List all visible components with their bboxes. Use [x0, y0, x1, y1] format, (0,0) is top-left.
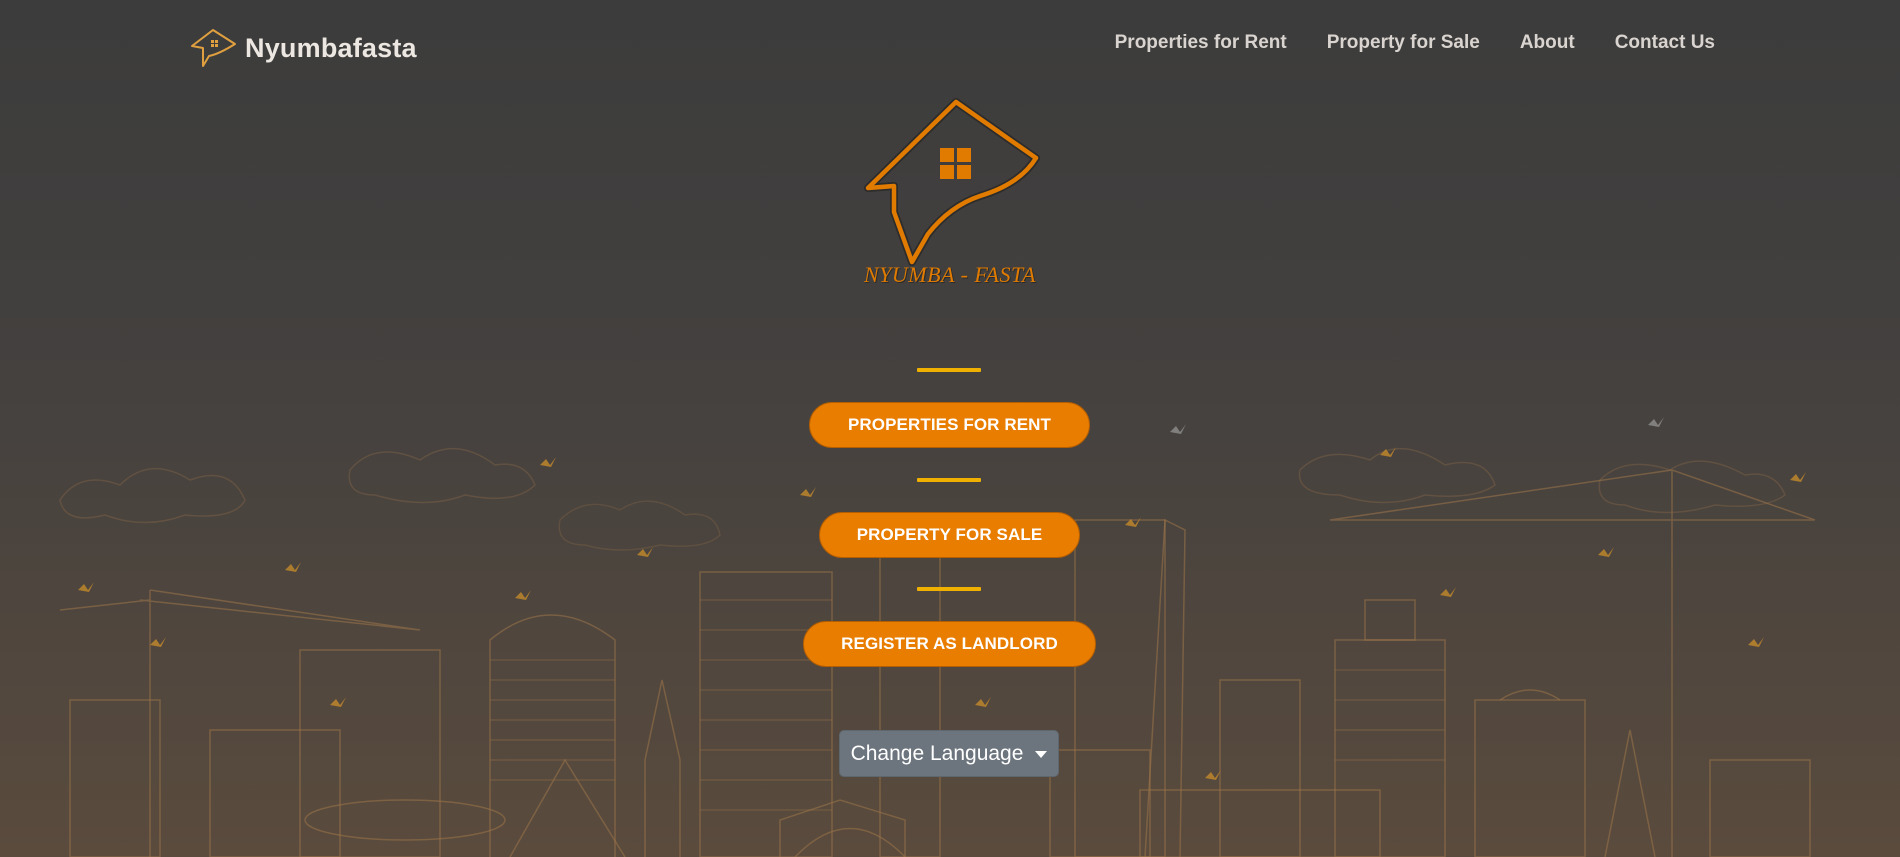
- nav-link-about[interactable]: About: [1520, 32, 1575, 54]
- nav-link-properties-for-rent[interactable]: Properties for Rent: [1115, 32, 1287, 54]
- nav-link-contact-us[interactable]: Contact Us: [1615, 32, 1715, 54]
- house-logo-icon: [191, 29, 236, 67]
- divider-line: [917, 587, 981, 591]
- change-language-button[interactable]: Change Language: [839, 730, 1059, 777]
- top-navbar: Nyumbafasta Properties for Rent Property…: [0, 0, 1900, 92]
- chevron-down-icon: [1035, 751, 1048, 758]
- divider-line: [917, 478, 981, 482]
- nav-link-property-for-sale[interactable]: Property for Sale: [1327, 32, 1480, 54]
- property-for-sale-button[interactable]: PROPERTY FOR SALE: [819, 512, 1080, 558]
- change-language-label: Change Language: [850, 741, 1024, 765]
- logo-caption: NYUMBA - FASTA: [863, 262, 1036, 287]
- nav-links: Properties for Rent Property for Sale Ab…: [1115, 32, 1715, 54]
- brand-link[interactable]: Nyumbafasta: [189, 26, 417, 70]
- brand-name: Nyumbafasta: [245, 32, 417, 63]
- properties-for-rent-button[interactable]: PROPERTIES FOR RENT: [809, 402, 1090, 448]
- register-as-landlord-button[interactable]: REGISTER AS LANDLORD: [803, 621, 1096, 667]
- divider-line: [917, 368, 981, 372]
